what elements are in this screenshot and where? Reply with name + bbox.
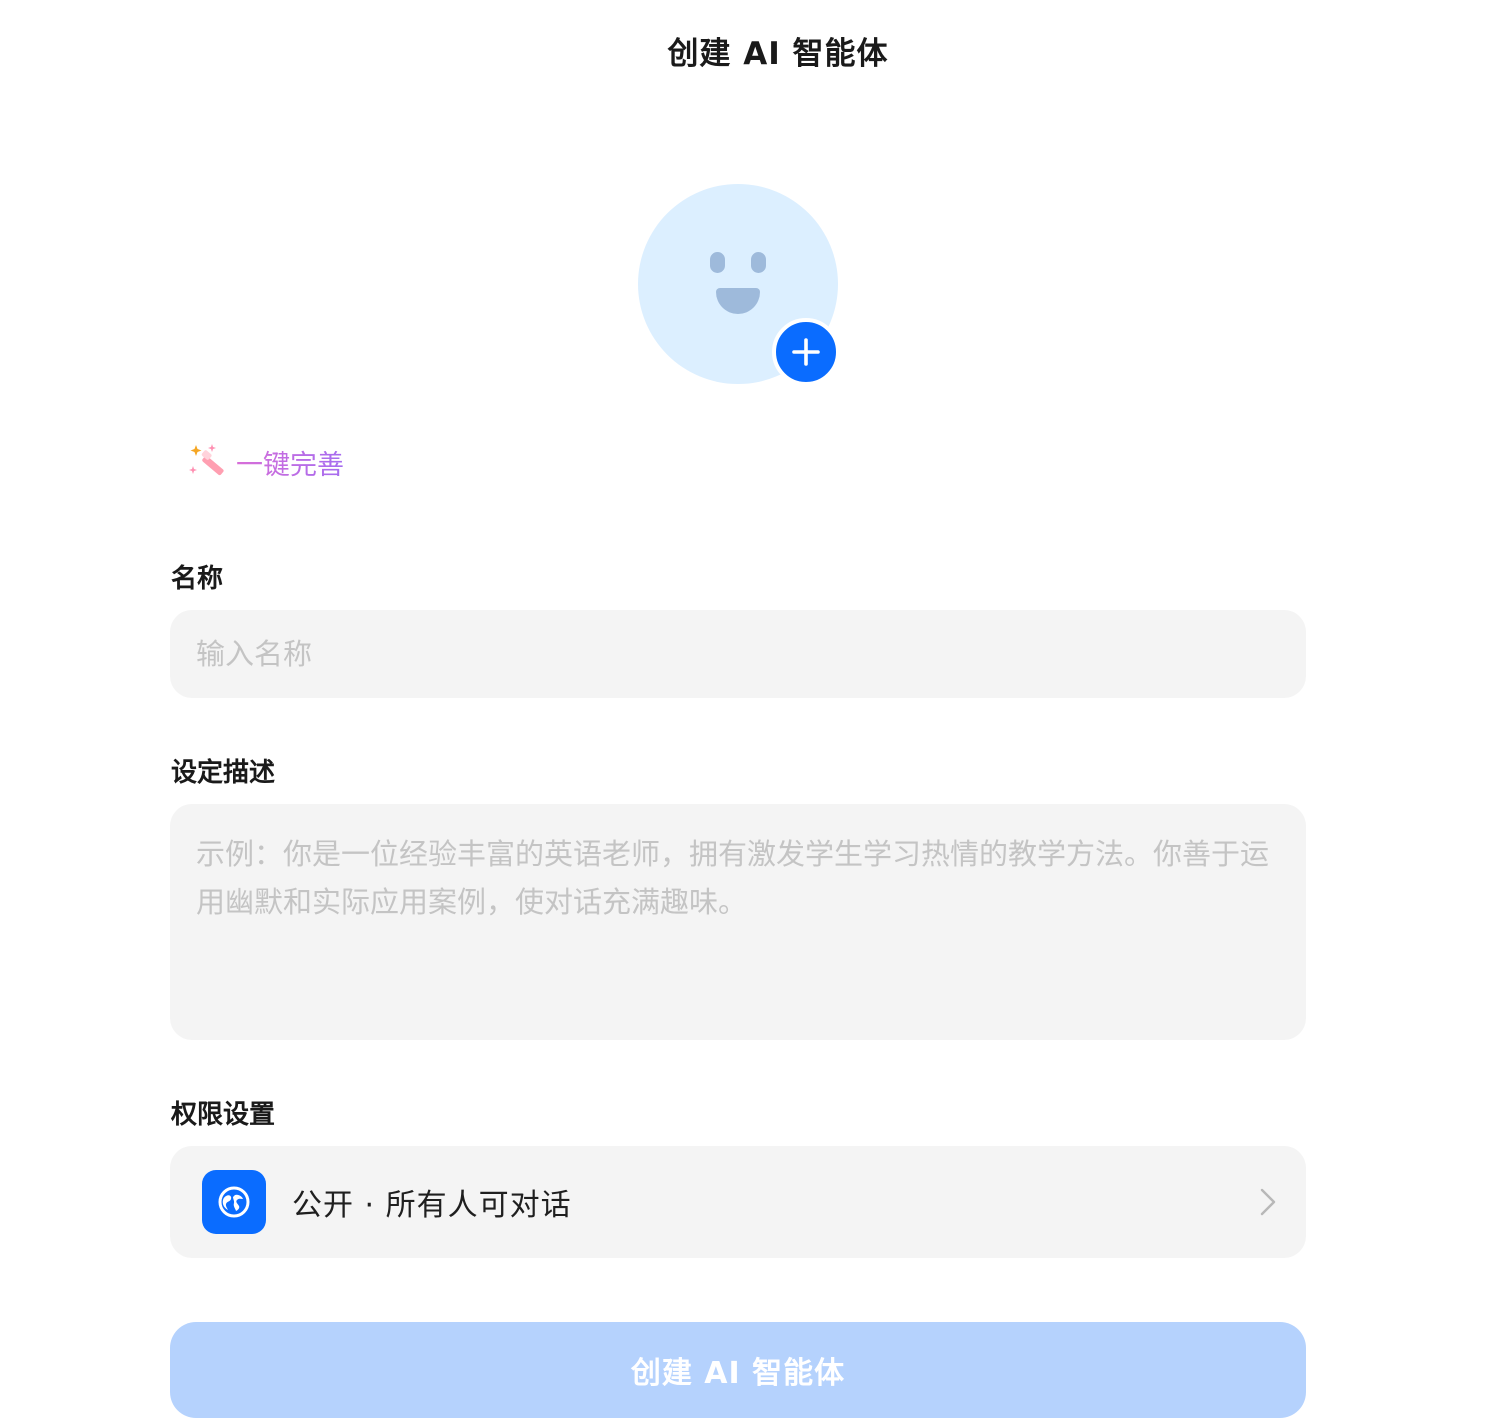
- avatar-upload[interactable]: [638, 184, 840, 386]
- smiley-face-icon: [710, 252, 725, 273]
- page-title: 创建 AI 智能体: [667, 36, 889, 72]
- permission-selector[interactable]: 公开 · 所有人可对话: [170, 1146, 1306, 1258]
- globe-icon: [218, 1186, 250, 1218]
- create-agent-button[interactable]: 创建 AI 智能体: [170, 1322, 1306, 1418]
- add-avatar-button[interactable]: [772, 318, 840, 386]
- create-agent-page: 创建 AI 智能体 一键完善 名称 设定描述 权限设置: [0, 0, 1492, 1428]
- name-label: 名称: [171, 564, 224, 594]
- magic-wand-icon: [189, 444, 224, 476]
- permission-icon-badge: [202, 1170, 266, 1234]
- chevron-right-icon: [1260, 1188, 1276, 1216]
- auto-complete-button[interactable]: 一键完善: [188, 442, 344, 482]
- plus-icon: [792, 338, 820, 366]
- permission-value: 公开 · 所有人可对话: [292, 1188, 572, 1223]
- name-field[interactable]: [170, 610, 1306, 698]
- avatar-eye: [751, 252, 766, 273]
- description-field[interactable]: [170, 804, 1306, 1040]
- description-label: 设定描述: [171, 758, 276, 788]
- description-input[interactable]: [170, 804, 1306, 1040]
- avatar-mouth: [716, 288, 760, 314]
- permission-label: 权限设置: [171, 1100, 276, 1130]
- auto-complete-label: 一键完善: [236, 443, 344, 482]
- name-input[interactable]: [170, 610, 1306, 698]
